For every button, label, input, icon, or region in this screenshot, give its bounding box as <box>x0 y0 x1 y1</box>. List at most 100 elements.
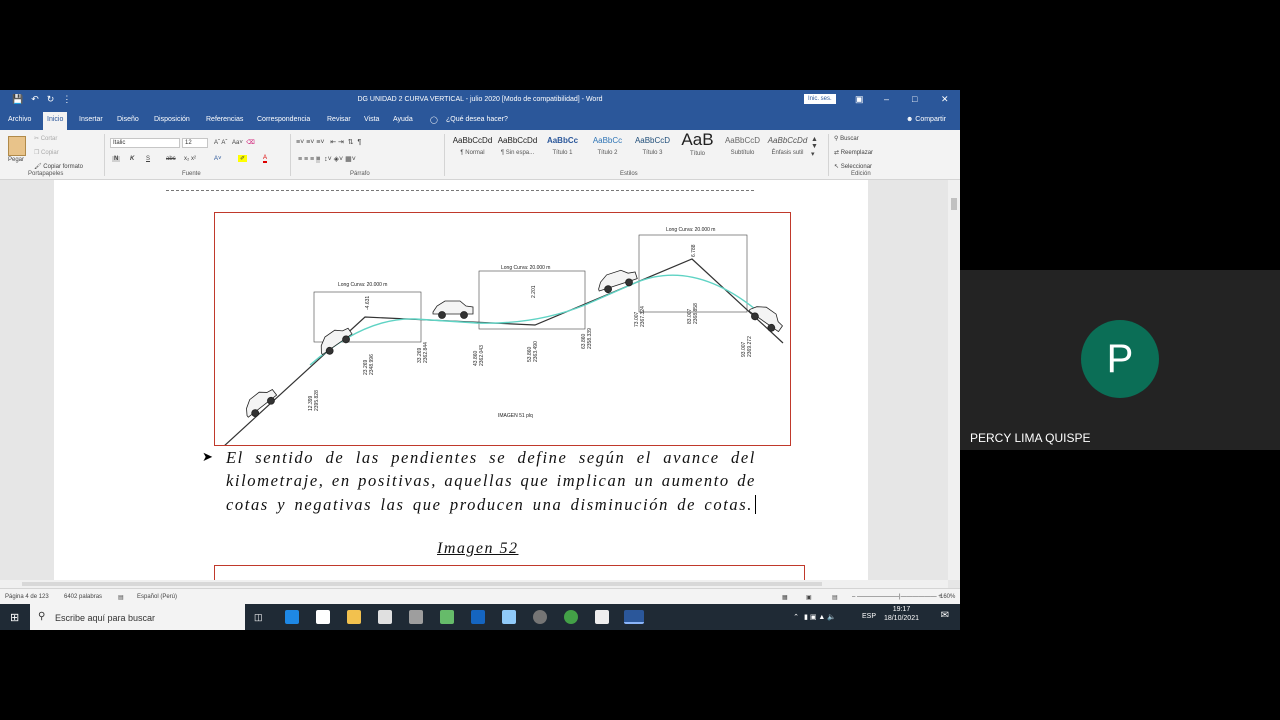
text-effects-icon[interactable]: A˅ <box>214 156 222 162</box>
store-icon[interactable] <box>316 610 330 624</box>
windows-start-icon[interactable]: ⊞ <box>10 611 19 624</box>
find-button[interactable]: ⚲ Buscar <box>834 135 859 142</box>
font-size-controls[interactable]: Aˆ Aˇ Aa˅ ⌫ <box>214 139 255 146</box>
highlight-icon[interactable]: ✐ <box>238 155 248 162</box>
style-heading-3[interactable]: AaBbCcD Título 3 <box>630 136 675 156</box>
ribbon-display-icon[interactable]: ▣ <box>855 94 864 105</box>
cut-button[interactable]: ✂ Cortar <box>34 135 57 142</box>
horizontal-scrollbar[interactable] <box>0 580 948 588</box>
print-layout-icon[interactable]: ▣ <box>806 594 812 601</box>
tab-referencias[interactable]: Referencias <box>206 116 243 123</box>
sign-in-button[interactable]: Inic. ses. <box>804 94 836 104</box>
bold-button[interactable]: N <box>112 156 121 162</box>
style-no-spacing[interactable]: AaBbCcDd ¶ Sin espa... <box>495 136 540 156</box>
underline-button[interactable]: S <box>146 156 150 162</box>
profile-figure: Long Curva: 20.000 m Long Curva: 20.000 … <box>214 212 791 448</box>
offset-label: 6.788 <box>691 244 697 257</box>
scroll-thumb[interactable] <box>22 582 822 586</box>
tab-disposicion[interactable]: Disposición <box>154 116 190 123</box>
zoom-level[interactable]: 160% <box>940 594 955 600</box>
format-painter-button[interactable]: 🖌 Copiar formato <box>34 163 83 170</box>
minimize-icon[interactable]: – <box>884 94 889 104</box>
search-placeholder: Escribe aquí para buscar <box>55 613 156 623</box>
body-paragraph[interactable]: El sentido de las pendientes se define s… <box>226 446 756 539</box>
app-icon[interactable] <box>502 610 516 624</box>
taskbar-search[interactable]: ⚲ Escribe aquí para buscar <box>30 604 245 630</box>
page-count[interactable]: Página 4 de 123 <box>5 594 49 600</box>
style-sample-text: AaBbCcDd <box>497 136 538 145</box>
tell-me-search[interactable]: ¿Qué desea hacer? <box>446 116 508 123</box>
notifications-icon[interactable]: ✉ <box>941 610 949 621</box>
tab-revisar[interactable]: Revisar <box>327 116 351 123</box>
subscript-button[interactable]: x₂ x² <box>184 156 196 162</box>
styles-more-icon[interactable]: ▲ ▼ ▾ <box>811 136 818 158</box>
paragraph-row-1[interactable]: ≡˅ ≡˅ ≡˅ ⇤ ⇥ ⇅ ¶ <box>296 138 361 146</box>
participant-tile: P PERCY LIMA QUISPE <box>960 270 1280 450</box>
language-status[interactable]: Español (Perú) <box>137 594 177 600</box>
scissors-icon: ✂ <box>34 136 41 142</box>
style-sample-text: AaBbCcDd <box>767 136 808 145</box>
word-count[interactable]: 6402 palabras <box>64 594 102 600</box>
ribbon-home: Pegar ✂ Cortar ❐ Copiar 🖌 Copiar formato… <box>0 130 960 180</box>
clock[interactable]: 19:17 18/10/2021 <box>884 606 919 622</box>
style-subtitle[interactable]: AaBbCcD Subtítulo <box>720 136 765 156</box>
app-icon[interactable] <box>533 610 547 624</box>
tray-chevron-icon[interactable]: ⌃ <box>793 613 799 621</box>
font-size-box[interactable]: 12 <box>182 138 208 148</box>
mail-icon[interactable] <box>378 610 392 624</box>
edge-icon[interactable] <box>285 610 299 624</box>
app-icon[interactable] <box>471 610 485 624</box>
tab-ayuda[interactable]: Ayuda <box>393 116 413 123</box>
close-icon[interactable]: ✕ <box>941 94 949 105</box>
tab-inicio[interactable]: Inicio <box>43 112 68 130</box>
zoom-slider[interactable]: – ———————|—————— + <box>852 594 942 600</box>
select-button[interactable]: ↖ Seleccionar <box>834 163 872 170</box>
maximize-icon[interactable]: □ <box>912 94 917 104</box>
align-buttons[interactable]: ≡ ≡ ≡ ≡ ↕˅ ◈˅ ▦˅ <box>298 155 356 163</box>
replace-button[interactable]: ⇄ Reemplazar <box>834 149 873 156</box>
divider <box>290 134 291 176</box>
chrome-icon[interactable] <box>564 610 578 624</box>
cut-label: Cortar <box>40 136 58 142</box>
task-view-icon[interactable]: ◫ <box>254 612 263 623</box>
style-subtle-emphasis[interactable]: AaBbCcDd Énfasis sutil <box>765 136 810 156</box>
shared-screen: 💾 ↶ ↻ ⋮ DG UNIDAD 2 CURVA VERTICAL - jul… <box>0 90 960 630</box>
share-button[interactable]: ☻ Compartir <box>906 116 946 123</box>
tab-correspondencia[interactable]: Correspondencia <box>257 116 310 123</box>
font-name-box[interactable]: Italic <box>110 138 180 148</box>
document-page[interactable]: Long Curva: 20.000 m Long Curva: 20.000 … <box>54 180 868 585</box>
borders-icon[interactable]: ▦ <box>345 156 352 163</box>
paste-button[interactable]: Pegar <box>8 157 24 163</box>
app-icon[interactable] <box>409 610 423 624</box>
shading-icon[interactable]: ◈ <box>334 156 339 163</box>
tab-insertar[interactable]: Insertar <box>79 116 103 123</box>
photos-icon[interactable] <box>440 610 454 624</box>
tab-vista[interactable]: Vista <box>364 116 379 123</box>
scroll-thumb[interactable] <box>951 198 957 210</box>
copy-button[interactable]: ❐ Copiar <box>34 149 59 156</box>
font-color-icon[interactable]: A <box>263 155 268 163</box>
style-title[interactable]: AaB Título <box>675 130 720 157</box>
tab-archivo[interactable]: Archivo <box>8 116 31 123</box>
word-app-icon[interactable] <box>624 610 644 624</box>
read-mode-icon[interactable]: ▦ <box>782 594 788 601</box>
style-normal[interactable]: AaBbCcDd ¶ Normal <box>450 136 495 156</box>
file-explorer-icon[interactable] <box>347 610 361 624</box>
station-label: 2369.272 <box>747 336 753 357</box>
tray-icons[interactable]: ▮ ▣ ▲ 🔈 <box>804 613 836 621</box>
clipboard-icon <box>8 136 26 156</box>
vertical-scrollbar[interactable] <box>948 180 960 580</box>
word-title-bar: 💾 ↶ ↻ ⋮ DG UNIDAD 2 CURVA VERTICAL - jul… <box>0 90 960 110</box>
tab-diseno[interactable]: Diseño <box>117 116 139 123</box>
video-icon[interactable] <box>595 610 609 624</box>
italic-button[interactable]: K <box>130 156 134 162</box>
strike-button[interactable]: abc <box>166 156 176 162</box>
figure-caption: IMAGEN 51 plq <box>498 413 533 419</box>
eraser-icon: ⌫ <box>246 140 255 146</box>
style-heading-2[interactable]: AaBbCc Título 2 <box>585 136 630 156</box>
input-language[interactable]: ESP <box>862 613 876 620</box>
group-label-clipboard: Portapapeles <box>28 171 64 177</box>
web-layout-icon[interactable]: ▤ <box>832 594 838 601</box>
style-heading-1[interactable]: AaBbCc Título 1 <box>540 136 585 156</box>
proofing-icon[interactable]: ▤ <box>118 594 124 601</box>
